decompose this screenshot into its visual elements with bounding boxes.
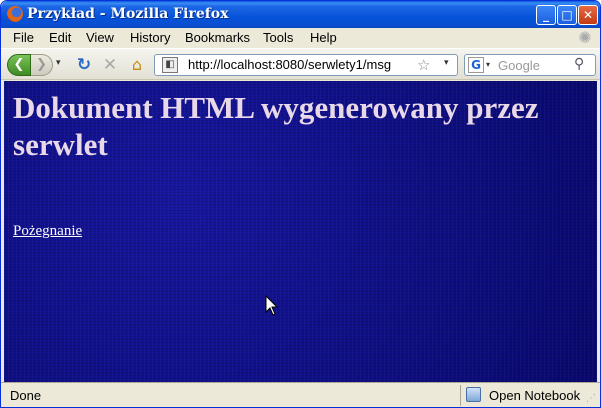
browser-window: Przykład - Mozilla Firefox _ □ ✕ File Ed… — [0, 0, 601, 408]
forward-button[interactable]: ❯ — [31, 54, 53, 76]
url-input[interactable] — [188, 55, 408, 75]
search-input[interactable] — [498, 55, 570, 75]
navigation-toolbar: ❮ ❯ ▾ ↻ ✕ ⌂ ◧ ☆ ▾ G ▾ ⚲ — [1, 48, 600, 80]
search-box[interactable]: G ▾ ⚲ — [464, 54, 596, 76]
window-title: Przykład - Mozilla Firefox — [27, 6, 229, 22]
back-button[interactable]: ❮ — [7, 54, 31, 76]
stop-button[interactable]: ✕ — [101, 54, 119, 76]
title-bar[interactable]: Przykład - Mozilla Firefox _ □ ✕ — [1, 1, 600, 28]
close-button[interactable]: ✕ — [578, 5, 598, 25]
menu-view[interactable]: View — [86, 30, 114, 45]
engine-dropdown-icon[interactable]: ▾ — [486, 60, 490, 69]
farewell-link[interactable]: Pożegnanie — [13, 223, 82, 240]
address-bar[interactable]: ◧ ☆ ▾ — [154, 54, 458, 76]
throbber-icon: ✺ — [578, 28, 592, 47]
page-heading: Dokument HTML wygenerowany przez serwlet — [13, 90, 539, 162]
minimize-button[interactable]: _ — [536, 5, 556, 25]
page-content: Dokument HTML wygenerowany przez serwlet… — [4, 81, 597, 382]
open-notebook-button[interactable]: Open Notebook — [460, 385, 582, 406]
notebook-label: Open Notebook — [489, 388, 581, 403]
resize-grip-icon[interactable]: ⋰ — [586, 393, 598, 405]
home-button[interactable]: ⌂ — [127, 54, 147, 76]
menu-tools[interactable]: Tools — [263, 30, 293, 45]
search-icon[interactable]: ⚲ — [574, 56, 584, 72]
reload-button[interactable]: ↻ — [75, 54, 93, 76]
status-text: Done — [10, 388, 42, 403]
mouse-cursor-icon — [265, 295, 279, 316]
search-engine-icon[interactable]: G — [468, 57, 484, 73]
history-dropdown-icon[interactable]: ▾ — [56, 58, 64, 72]
menu-help[interactable]: Help — [310, 30, 337, 45]
menu-file[interactable]: File — [13, 30, 34, 45]
menu-edit[interactable]: Edit — [49, 30, 71, 45]
maximize-button[interactable]: □ — [557, 5, 577, 25]
bookmark-star-icon[interactable]: ☆ — [417, 56, 430, 74]
site-favicon-icon: ◧ — [162, 57, 178, 73]
status-bar: Done Open Notebook ⋰ — [1, 382, 600, 407]
url-dropdown-icon[interactable]: ▾ — [444, 58, 449, 68]
menu-bookmarks[interactable]: Bookmarks — [185, 30, 250, 45]
menu-history[interactable]: History — [130, 30, 170, 45]
notebook-icon — [466, 387, 481, 402]
firefox-logo-icon — [7, 6, 23, 22]
menu-bar: File Edit View History Bookmarks Tools H… — [1, 28, 600, 48]
